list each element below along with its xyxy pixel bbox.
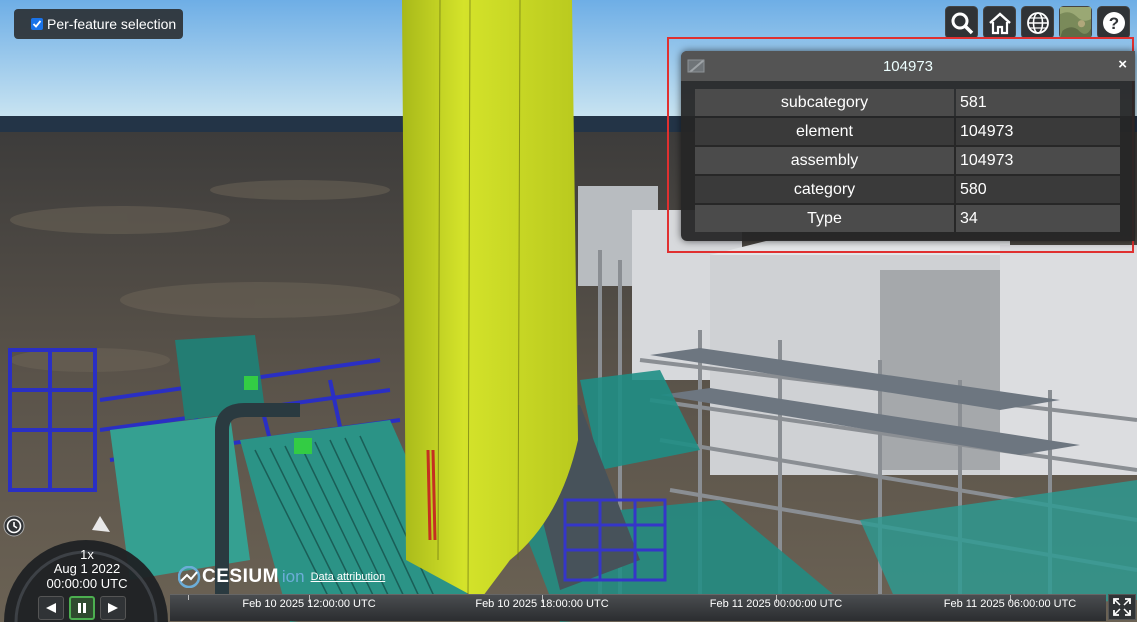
home-icon	[988, 11, 1011, 34]
fullscreen-icon	[1113, 598, 1131, 616]
timeline-label: Feb 11 2025 00:00:00 UTC	[709, 598, 843, 610]
table-row: Type 34	[695, 205, 1120, 232]
property-key: subcategory	[695, 89, 954, 116]
property-key: Type	[695, 205, 954, 232]
timeline-label: Feb 11 2025 06:00:00 UTC	[943, 598, 1077, 610]
camera-icon[interactable]	[687, 57, 707, 75]
infobox-title: 104973	[882, 57, 934, 75]
property-value: 104973	[956, 147, 1120, 174]
help-icon: ?	[1102, 11, 1125, 34]
animation-buttons	[38, 596, 126, 620]
pause-button[interactable]	[69, 596, 95, 620]
per-feature-label: Per-feature selection	[47, 16, 177, 32]
play-forward-icon	[108, 603, 118, 613]
property-value: 104973	[956, 118, 1120, 145]
data-attribution-link[interactable]: Data attribution	[311, 571, 386, 583]
animation-widget: 1x Aug 1 2022 00:00:00 UTC	[2, 510, 168, 622]
infobox: 104973 × subcategory 581 element 104973 as…	[681, 51, 1135, 241]
property-key: assembly	[695, 147, 954, 174]
base-layer-icon	[1060, 7, 1091, 38]
cesium-logo-text: CESIUM	[202, 566, 279, 587]
properties-table: subcategory 581 element 104973 assembly 104…	[693, 87, 1122, 234]
play-forward-button[interactable]	[100, 596, 126, 620]
shuttle-ring-pointer-icon[interactable]	[92, 516, 110, 532]
credit-container: CESIUM ion Data attribution	[178, 566, 385, 588]
cesium-ion-text: ion	[281, 567, 305, 586]
table-row: subcategory 581	[695, 89, 1120, 116]
property-key: category	[695, 176, 954, 203]
table-row: assembly 104973	[695, 147, 1120, 174]
timeline-label: Feb 10 2025 18:00:00 UTC	[475, 598, 609, 610]
home-button[interactable]	[983, 6, 1016, 39]
per-feature-selection-toggle[interactable]: Per-feature selection	[14, 9, 183, 39]
geocoder-search-button[interactable]	[945, 6, 978, 39]
svg-text:?: ?	[1108, 14, 1118, 33]
animation-time: 00:00:00 UTC	[46, 576, 128, 591]
infobox-close-button[interactable]: ×	[1118, 56, 1127, 73]
fullscreen-button[interactable]	[1108, 594, 1136, 620]
animation-date: Aug 1 2022	[53, 561, 121, 576]
property-key: element	[695, 118, 954, 145]
property-value: 580	[956, 176, 1120, 203]
base-layer-picker-button[interactable]	[1059, 6, 1092, 39]
timeline[interactable]: Feb 10 2025 12:00:00 UTC Feb 10 2025 18:…	[170, 594, 1106, 621]
play-reverse-icon	[46, 603, 56, 613]
property-value: 581	[956, 89, 1120, 116]
toolbar: ?	[945, 6, 1130, 39]
timeline-label: Feb 10 2025 12:00:00 UTC	[242, 598, 376, 610]
search-icon	[951, 12, 973, 34]
cesium-logo-icon	[178, 566, 201, 588]
checkmark-icon	[32, 20, 42, 28]
play-reverse-button[interactable]	[38, 596, 64, 620]
timeline-tick	[188, 595, 189, 600]
property-value: 34	[956, 205, 1120, 232]
pause-icon	[78, 603, 86, 613]
table-row: category 580	[695, 176, 1120, 203]
infobox-title-bar: 104973 ×	[681, 51, 1135, 81]
animation-speed: 1x	[80, 547, 94, 562]
clock-icon[interactable]	[3, 515, 25, 537]
table-row: element 104973	[695, 118, 1120, 145]
help-button[interactable]: ?	[1097, 6, 1130, 39]
scene-mode-button[interactable]	[1021, 6, 1054, 39]
per-feature-checkbox[interactable]	[31, 18, 43, 30]
globe-icon	[1026, 11, 1049, 34]
